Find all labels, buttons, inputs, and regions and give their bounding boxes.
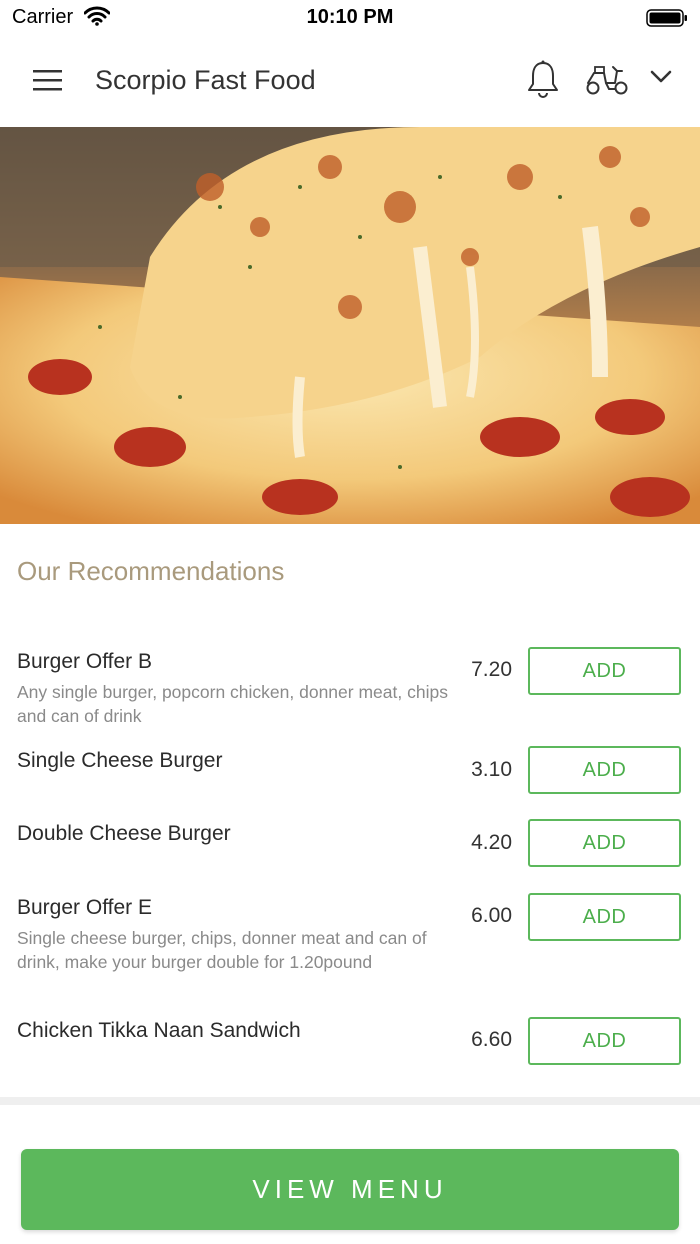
item-name: Double Cheese Burger	[17, 822, 231, 845]
clock: 10:10 PM	[306, 6, 394, 28]
chevron-down-icon[interactable]	[648, 68, 674, 91]
menu-icon[interactable]	[28, 66, 68, 96]
item-description: Single cheese burger, chips, donner meat…	[17, 928, 427, 972]
add-button[interactable]: ADD	[528, 647, 681, 695]
add-button[interactable]: ADD	[528, 746, 681, 794]
hero-image	[0, 127, 700, 524]
divider	[0, 1097, 700, 1105]
add-button[interactable]: ADD	[528, 1017, 681, 1065]
item-name: Burger Offer E	[17, 896, 153, 919]
item-price: 4.20	[471, 831, 512, 854]
item-name: Single Cheese Burger	[17, 749, 223, 772]
view-menu-button[interactable]: VIEW MENU	[21, 1149, 679, 1230]
item-price: 7.20	[471, 658, 512, 681]
item-name: Burger Offer B	[17, 650, 153, 673]
item-price: 6.60	[471, 1028, 512, 1051]
status-bar: Carrier 10:10 PM	[0, 0, 700, 34]
bell-icon[interactable]	[524, 58, 562, 105]
scooter-icon[interactable]	[584, 61, 630, 102]
add-button[interactable]: ADD	[528, 893, 681, 941]
page-title: Scorpio Fast Food	[95, 65, 316, 95]
add-button[interactable]: ADD	[528, 819, 681, 867]
section-title: Our Recommendations	[17, 556, 285, 586]
item-price: 6.00	[471, 904, 512, 927]
nav-bar: Scorpio Fast Food	[0, 34, 700, 127]
battery-icon	[646, 9, 688, 32]
item-name: Chicken Tikka Naan Sandwich	[17, 1019, 301, 1042]
item-description: Any single burger, popcorn chicken, donn…	[17, 682, 448, 726]
item-price: 3.10	[471, 758, 512, 781]
